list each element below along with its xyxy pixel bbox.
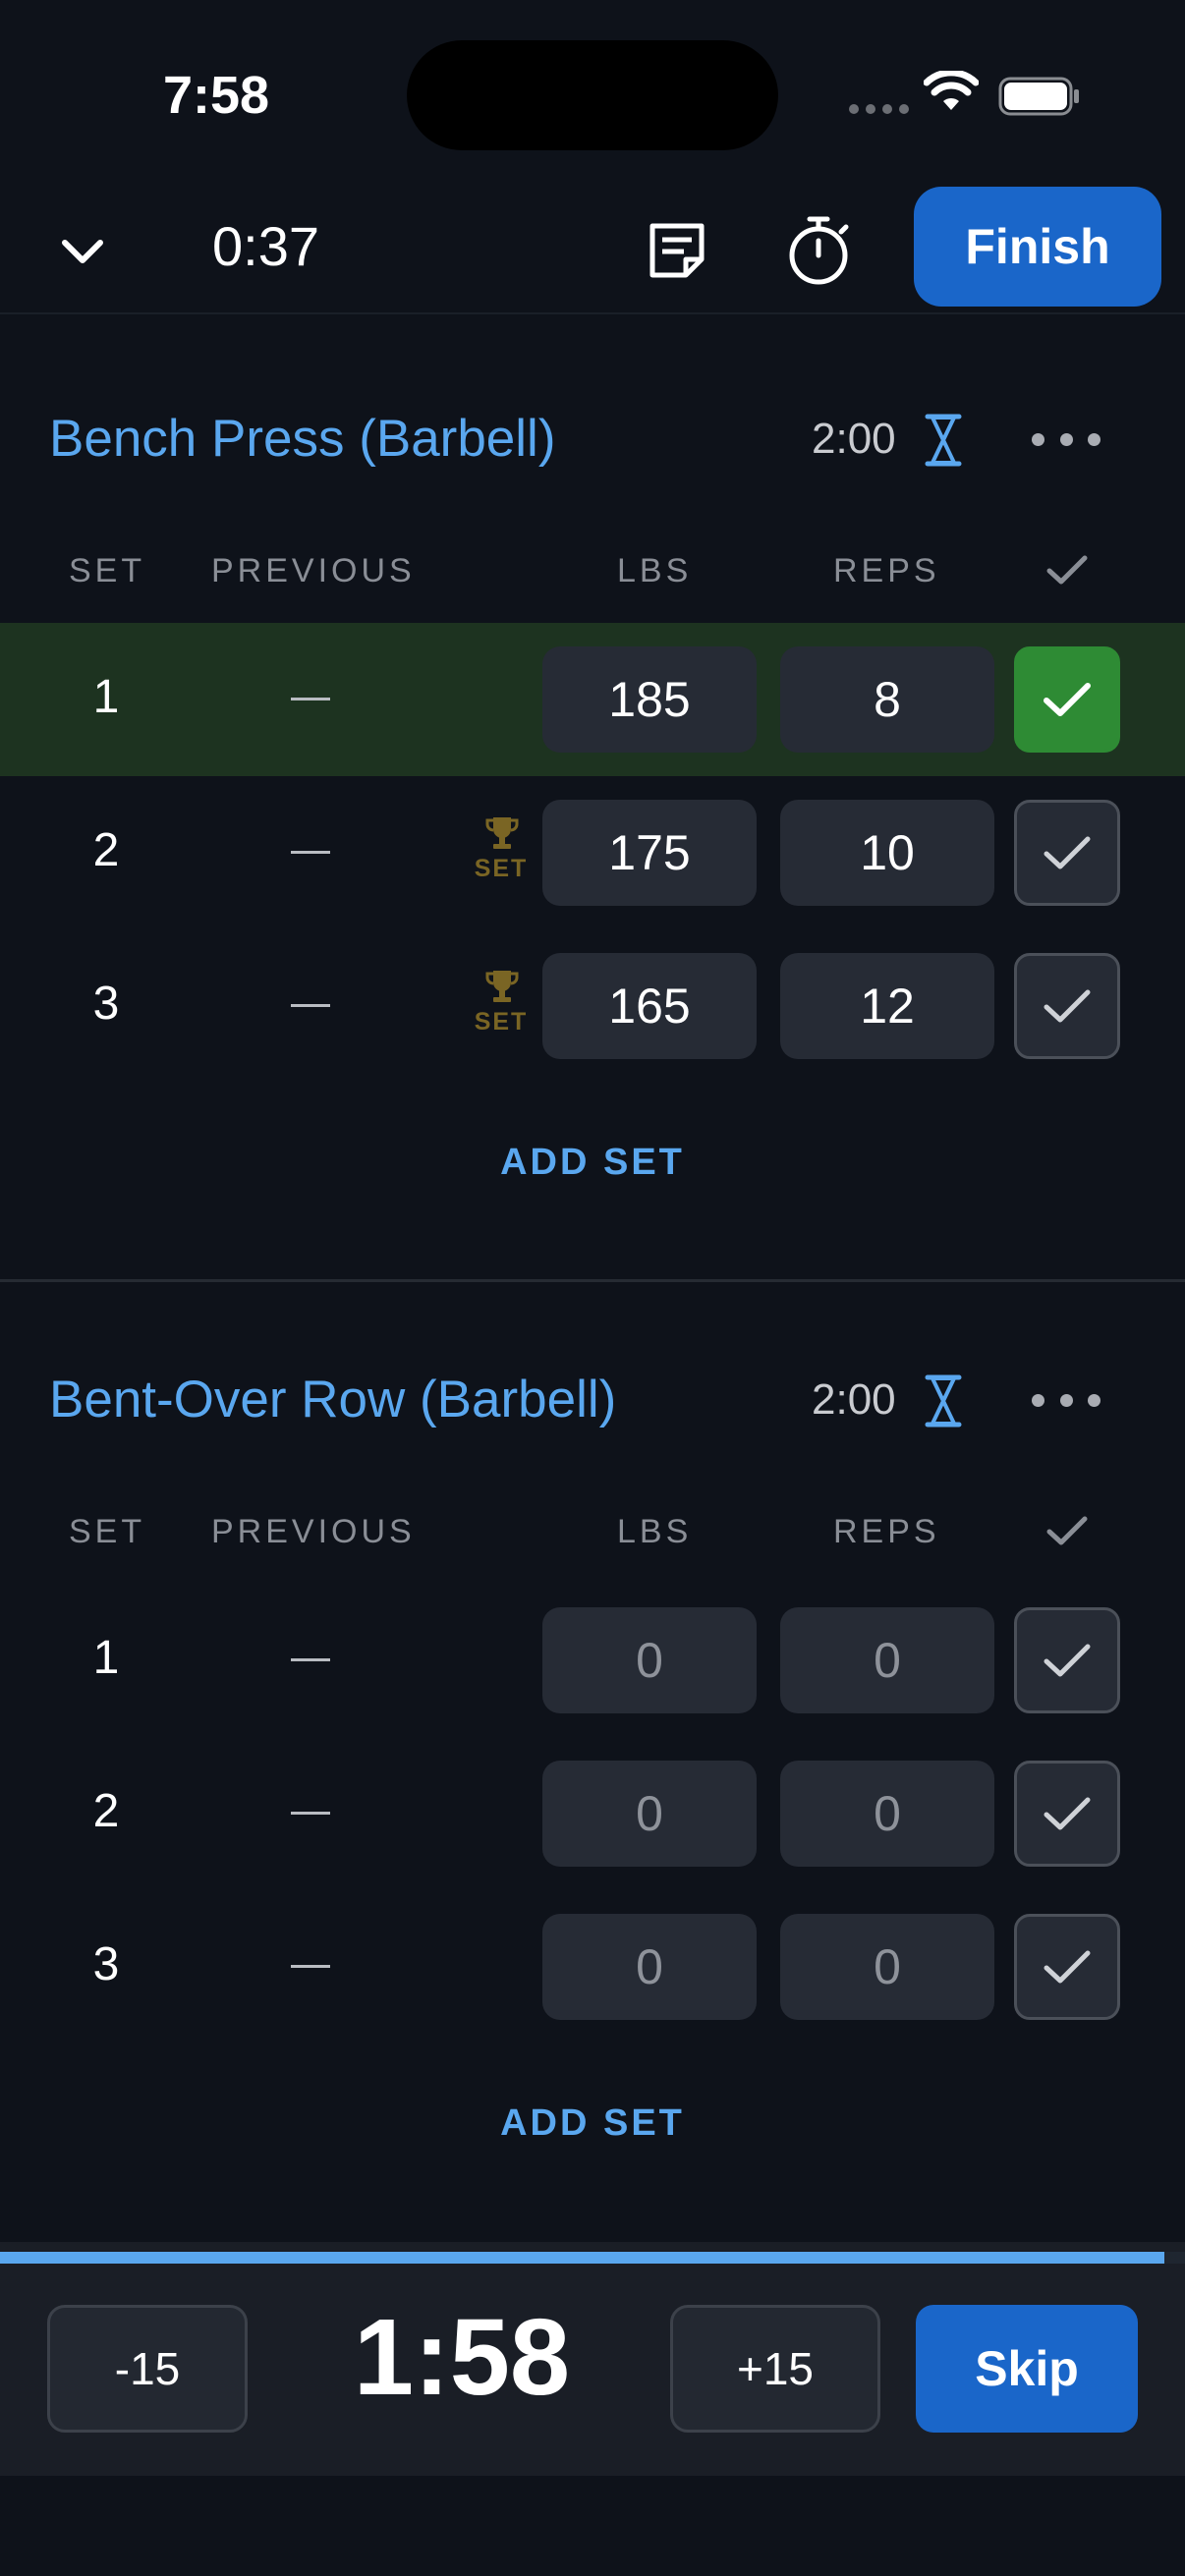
check-column-icon bbox=[1046, 555, 1088, 585]
rest-progress-fill bbox=[0, 2252, 1165, 2264]
check-icon bbox=[1044, 1797, 1091, 1830]
check-column-icon bbox=[1046, 1516, 1088, 1545]
more-icon[interactable] bbox=[1032, 1385, 1100, 1415]
trophy-icon bbox=[485, 817, 519, 849]
reps-input[interactable]: 0 bbox=[780, 1607, 994, 1713]
elapsed-time: 0:37 bbox=[212, 215, 319, 277]
set-row: 2 0 0 bbox=[0, 1737, 1185, 1890]
previous-value bbox=[291, 1658, 330, 1661]
column-header-lbs: LBS bbox=[617, 552, 693, 589]
complete-set-button[interactable] bbox=[1014, 1761, 1120, 1867]
reps-input[interactable]: 10 bbox=[780, 800, 994, 906]
set-row: 3 0 0 bbox=[0, 1890, 1185, 2044]
skip-rest-button[interactable]: Skip bbox=[916, 2305, 1138, 2433]
add-set-button[interactable]: ADD SET bbox=[0, 2102, 1185, 2145]
set-number: 2 bbox=[92, 1785, 120, 1837]
reps-input[interactable]: 0 bbox=[780, 1914, 994, 2020]
more-icon[interactable] bbox=[1032, 424, 1100, 454]
exercise-card: Bench Press (Barbell) 2:00 SET PREVIOUS … bbox=[0, 393, 1185, 1277]
check-icon bbox=[1044, 1644, 1091, 1677]
set-number: 1 bbox=[92, 1632, 120, 1684]
column-header-lbs: LBS bbox=[617, 1513, 693, 1550]
column-header-previous: PREVIOUS bbox=[211, 552, 416, 589]
exercise-title[interactable]: Bent-Over Row (Barbell) bbox=[49, 1370, 616, 1429]
column-header-previous: PREVIOUS bbox=[211, 1513, 416, 1550]
hourglass-icon[interactable] bbox=[924, 413, 963, 468]
previous-value bbox=[291, 1004, 330, 1007]
notes-icon[interactable] bbox=[645, 218, 709, 283]
cellular-signal-icon bbox=[849, 104, 909, 114]
status-bar: 7:58 bbox=[0, 0, 1185, 187]
set-row: 1 185 8 bbox=[0, 623, 1185, 776]
wifi-icon bbox=[924, 71, 979, 110]
complete-set-button[interactable] bbox=[1014, 1607, 1120, 1713]
set-number: 3 bbox=[92, 978, 120, 1030]
chevron-down-icon[interactable] bbox=[57, 226, 108, 277]
complete-set-button[interactable] bbox=[1014, 953, 1120, 1059]
dynamic-island bbox=[407, 40, 778, 150]
rest-progress-bar bbox=[0, 2252, 1185, 2264]
rest-countdown: 1:58 bbox=[353, 2297, 571, 2418]
exercise-divider bbox=[0, 1279, 1185, 1282]
set-number: 3 bbox=[92, 1938, 120, 1990]
weight-input[interactable]: 0 bbox=[542, 1607, 757, 1713]
personal-record-badge: SET bbox=[474, 815, 529, 894]
weight-input[interactable]: 165 bbox=[542, 953, 757, 1059]
check-icon bbox=[1044, 836, 1091, 869]
set-number: 2 bbox=[92, 824, 120, 876]
complete-set-button[interactable] bbox=[1014, 800, 1120, 906]
rest-timer-panel: -15 1:58 +15 Skip bbox=[0, 2242, 1185, 2476]
reps-input[interactable]: 0 bbox=[780, 1761, 994, 1867]
status-time: 7:58 bbox=[163, 66, 270, 125]
workout-top-bar: 0:37 Finish bbox=[0, 187, 1185, 314]
trophy-icon bbox=[485, 971, 519, 1002]
check-icon bbox=[1044, 1950, 1091, 1984]
personal-record-badge: SET bbox=[474, 969, 529, 1047]
column-header-set: SET bbox=[69, 552, 146, 589]
add-15s-button[interactable]: +15 bbox=[670, 2305, 880, 2433]
stopwatch-icon[interactable] bbox=[784, 214, 853, 287]
rest-timer-value[interactable]: 2:00 bbox=[812, 415, 896, 464]
weight-input[interactable]: 175 bbox=[542, 800, 757, 906]
column-header-reps: REPS bbox=[833, 1513, 940, 1550]
pr-badge-label: SET bbox=[474, 1008, 529, 1036]
rest-timer-value[interactable]: 2:00 bbox=[812, 1375, 896, 1425]
complete-set-button[interactable] bbox=[1014, 1914, 1120, 2020]
previous-value bbox=[291, 1812, 330, 1815]
column-header-set: SET bbox=[69, 1513, 146, 1550]
weight-input[interactable]: 0 bbox=[542, 1761, 757, 1867]
set-row: 2 SET 175 10 bbox=[0, 776, 1185, 929]
column-header-reps: REPS bbox=[833, 552, 940, 589]
previous-value bbox=[291, 851, 330, 854]
check-icon bbox=[1044, 989, 1091, 1023]
add-set-button[interactable]: ADD SET bbox=[0, 1142, 1185, 1184]
finish-button[interactable]: Finish bbox=[914, 187, 1161, 307]
subtract-15s-button[interactable]: -15 bbox=[47, 2305, 248, 2433]
complete-set-button[interactable] bbox=[1014, 646, 1120, 753]
pr-badge-label: SET bbox=[474, 855, 529, 882]
previous-value bbox=[291, 1965, 330, 1968]
weight-input[interactable]: 0 bbox=[542, 1914, 757, 2020]
exercise-title[interactable]: Bench Press (Barbell) bbox=[49, 409, 555, 469]
set-number: 1 bbox=[92, 671, 120, 723]
previous-value bbox=[291, 698, 330, 700]
weight-input[interactable]: 185 bbox=[542, 646, 757, 753]
hourglass-icon[interactable] bbox=[924, 1373, 963, 1428]
battery-icon bbox=[998, 77, 1079, 116]
check-icon bbox=[1044, 683, 1091, 716]
set-row: 1 0 0 bbox=[0, 1584, 1185, 1737]
set-row: 3 SET 165 12 bbox=[0, 929, 1185, 1083]
exercise-card: Bent-Over Row (Barbell) 2:00 SET PREVIOU… bbox=[0, 1354, 1185, 2218]
reps-input[interactable]: 12 bbox=[780, 953, 994, 1059]
reps-input[interactable]: 8 bbox=[780, 646, 994, 753]
